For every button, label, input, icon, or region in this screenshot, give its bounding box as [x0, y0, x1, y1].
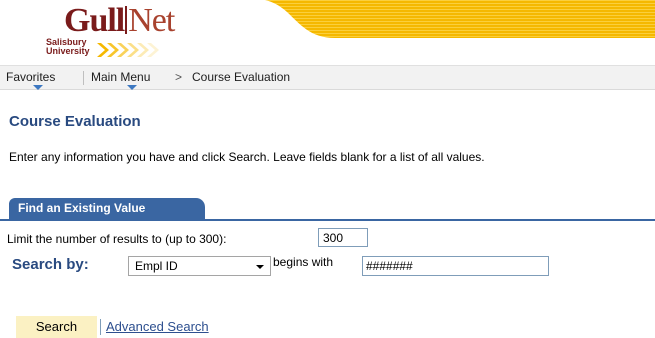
breadcrumb-course-evaluation[interactable]: Course Evaluation: [192, 66, 290, 89]
tab-underline: [0, 219, 655, 221]
advanced-search-link[interactable]: Advanced Search: [100, 319, 243, 335]
nav-main-menu[interactable]: Main Menu: [91, 66, 150, 89]
search-by-label: Search by:: [12, 256, 89, 273]
nav-bar: Favorites Main Menu > Course Evaluation: [0, 65, 655, 90]
header: Gull Net Salisbury University: [0, 0, 655, 64]
tab-find-existing-value[interactable]: Find an Existing Value: [9, 198, 205, 219]
logo-gull-text: Gull: [64, 2, 125, 39]
logo-chevrons-icon: [97, 43, 159, 57]
page-title: Course Evaluation: [9, 113, 141, 130]
limit-results-input[interactable]: [318, 228, 368, 247]
header-gold-band: [265, 0, 655, 38]
search-field-selected-value: Empl ID: [135, 259, 178, 273]
favorites-dropdown-icon: [33, 85, 43, 90]
nav-separator: [83, 71, 84, 85]
nav-favorites[interactable]: Favorites: [6, 66, 55, 89]
breadcrumb-arrow-icon: >: [175, 70, 183, 84]
logo-line2: University: [46, 46, 90, 56]
logo-divider: [125, 6, 128, 34]
logo-wordmark: Gull Net: [64, 2, 175, 39]
gullnet-logo: Gull Net Salisbury University: [34, 4, 204, 64]
chevron-down-icon: [256, 265, 264, 269]
logo-university: Salisbury University: [46, 38, 90, 56]
main-menu-dropdown-icon: [127, 85, 137, 90]
search-field-select[interactable]: Empl ID: [128, 256, 271, 276]
instructions-text: Enter any information you have and click…: [9, 150, 485, 164]
search-value-input[interactable]: [362, 256, 549, 276]
operator-label: begins with: [273, 255, 334, 269]
limit-results-label: Limit the number of results to (up to 30…: [7, 232, 227, 246]
logo-net-text: Net: [128, 2, 175, 39]
